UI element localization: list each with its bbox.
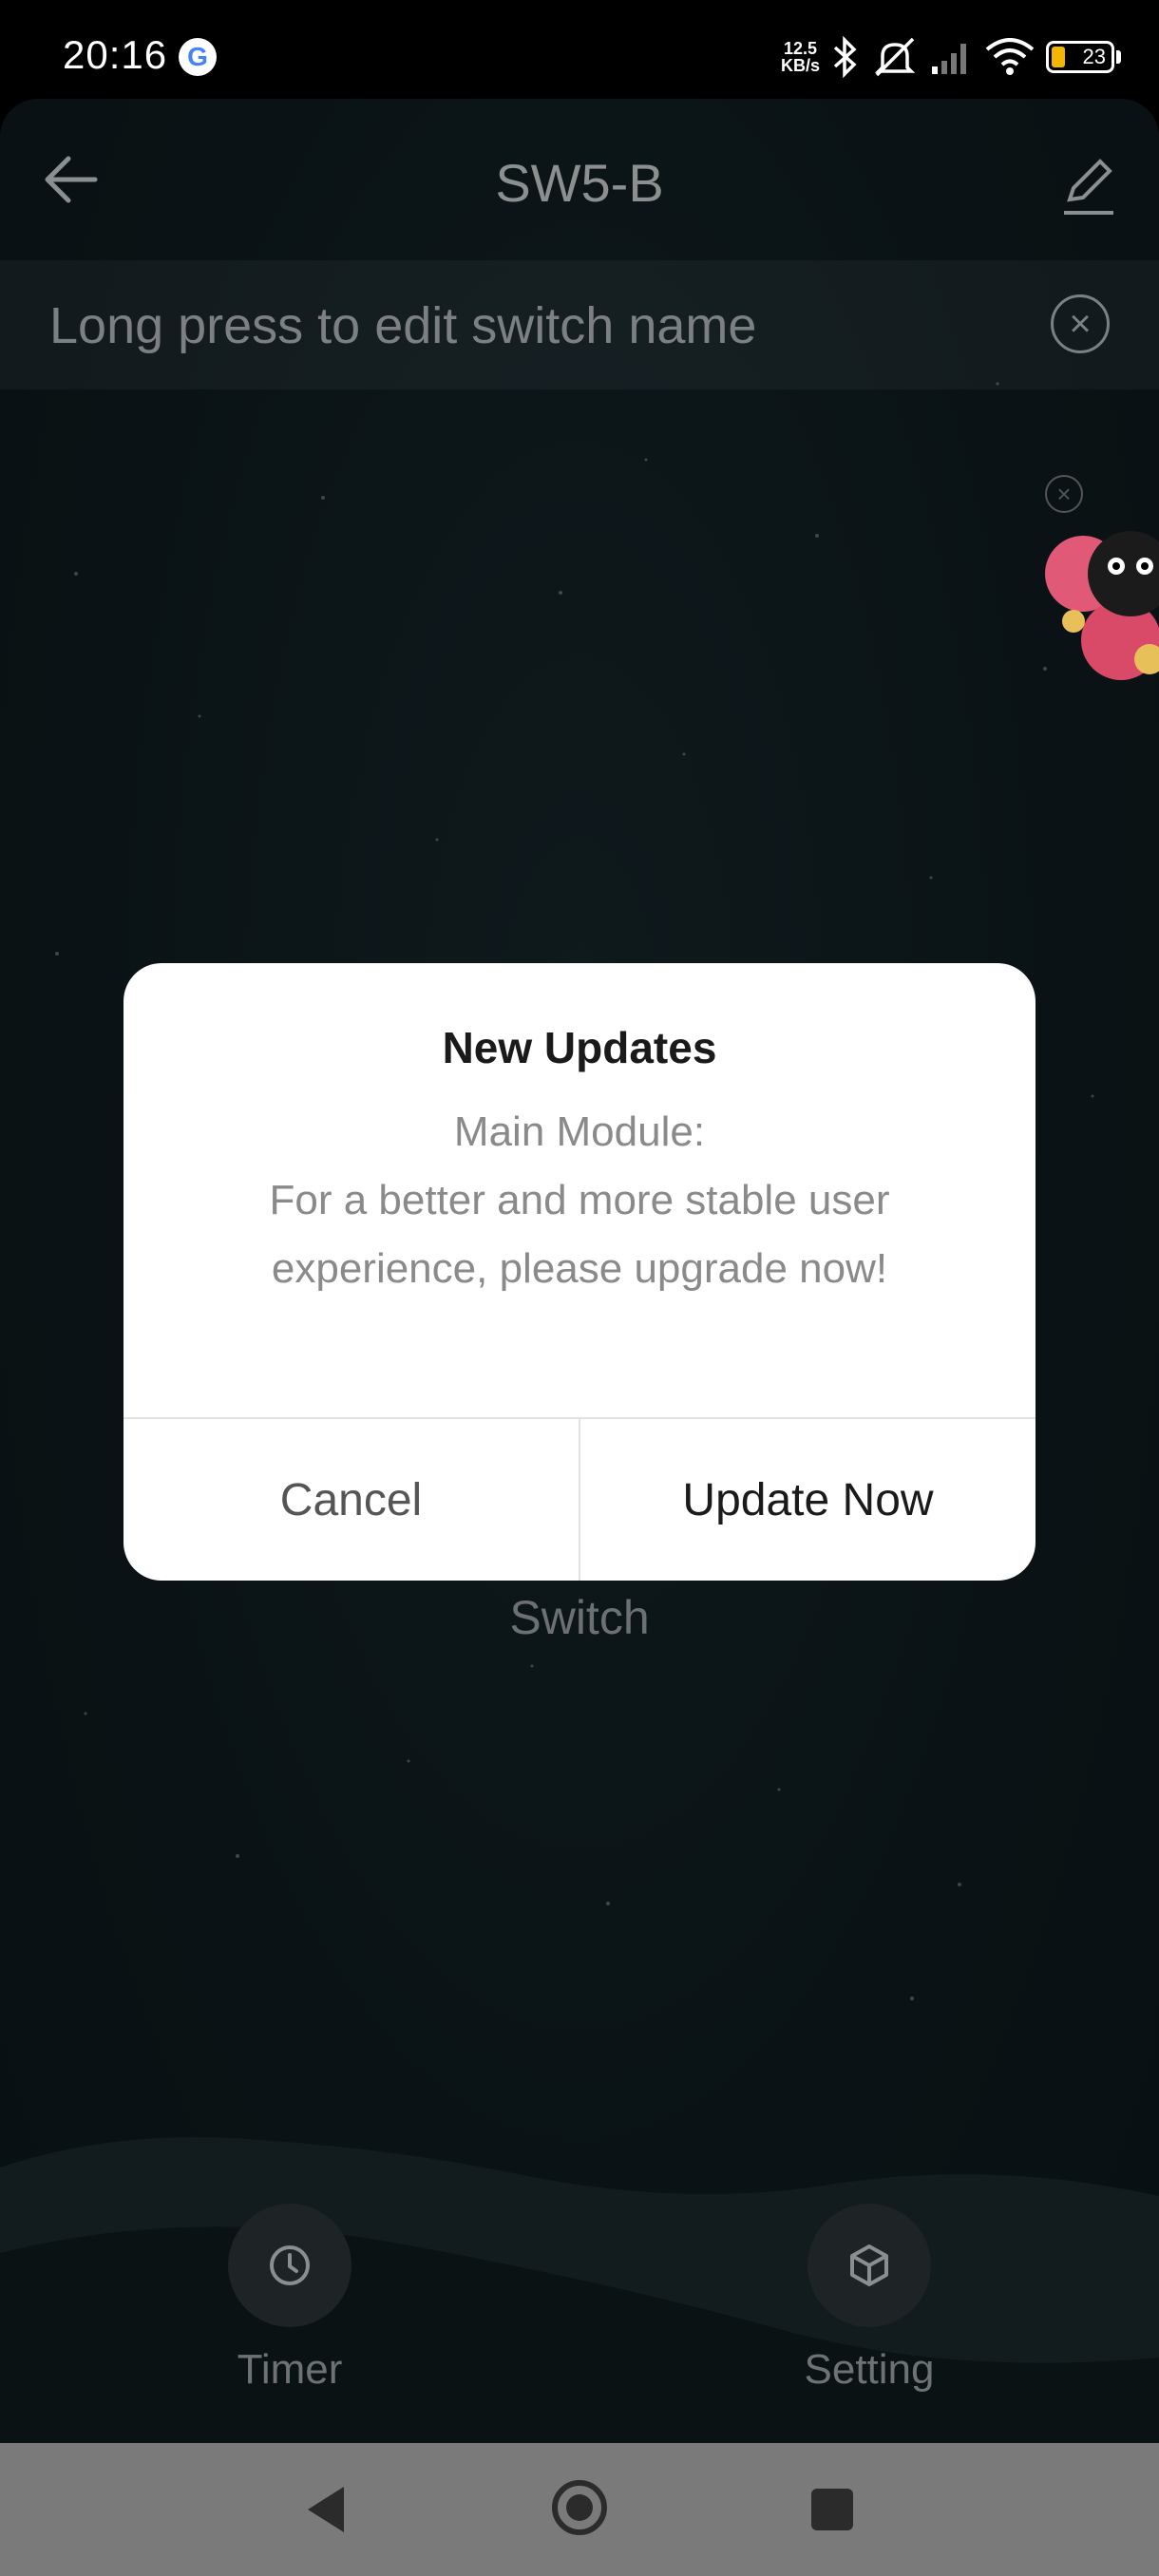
network-speed: 12.5 KB/s: [781, 40, 820, 74]
signal-icon: [932, 44, 966, 74]
mute-icon: [874, 37, 916, 77]
status-icons: 12.5 KB/s 23: [781, 28, 1121, 85]
battery-cap: [1116, 50, 1121, 64]
tab-setting-label: Setting: [804, 2346, 935, 2393]
nav-recents-icon[interactable]: [811, 2489, 853, 2530]
tab-timer[interactable]: Timer: [185, 2204, 394, 2394]
update-dialog: New Updates Main Module: For a better an…: [124, 963, 1036, 1581]
cube-icon: [850, 2245, 888, 2286]
tab-timer-label: Timer: [237, 2346, 343, 2393]
bluetooth-icon: [833, 36, 857, 78]
page-title: SW5-B: [495, 153, 664, 213]
tab-setting-button[interactable]: [808, 2204, 931, 2327]
close-icon[interactable]: ×: [1051, 294, 1110, 353]
google-icon: G: [179, 38, 217, 76]
app-header: SW5-B: [0, 99, 1159, 260]
nav-back-icon[interactable]: [302, 2481, 350, 2538]
dialog-message: Main Module: For a better and more stabl…: [162, 1098, 998, 1303]
battery-icon: 23: [1046, 41, 1114, 73]
battery-level: 23: [1082, 45, 1106, 68]
notice-banner: Long press to edit switch name ×: [0, 260, 1159, 389]
clock-icon: [270, 2245, 310, 2285]
battery-fill: [1052, 47, 1065, 67]
tab-timer-button[interactable]: [228, 2204, 352, 2327]
dialog-line-3: experience, please upgrade now!: [271, 1245, 888, 1292]
dialog-title: New Updates: [442, 1023, 717, 1072]
nav-home-icon[interactable]: [549, 2477, 610, 2538]
dialog-line-2: For a better and more stable user: [269, 1177, 890, 1223]
edit-pencil-icon[interactable]: [1054, 152, 1121, 218]
cancel-button[interactable]: Cancel: [124, 1419, 579, 1581]
update-now-button[interactable]: Update Now: [580, 1419, 1036, 1581]
hills-background: [0, 2137, 1159, 2443]
network-speed-unit: KB/s: [780, 56, 820, 75]
tab-setting[interactable]: Setting: [765, 2204, 974, 2394]
system-nav-bar: [0, 2443, 1159, 2576]
notice-text: Long press to edit switch name: [49, 297, 757, 354]
cat-sticker-promo[interactable]: [1036, 507, 1159, 688]
switch-label: Switch: [509, 1591, 650, 1644]
status-bar: 20:16 G 12.5 KB/s 23: [0, 0, 1159, 104]
dialog-line-1: Main Module:: [453, 1108, 706, 1155]
network-speed-value: 12.5: [783, 39, 818, 58]
status-time: 20:16: [63, 32, 168, 77]
wifi-icon: [985, 38, 1035, 75]
